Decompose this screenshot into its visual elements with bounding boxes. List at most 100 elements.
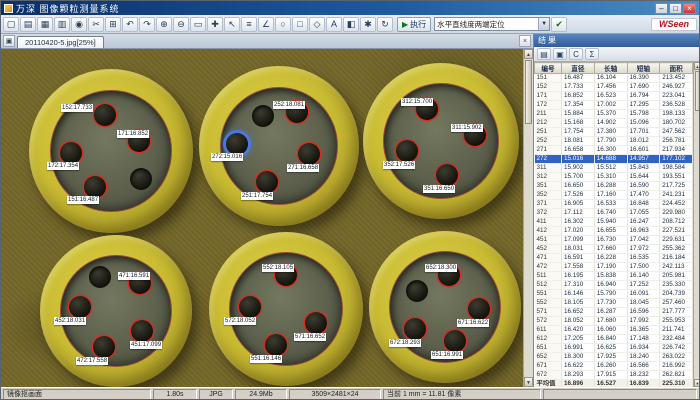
- table-row[interactable]: 47217.55817.19017.500242.113: [535, 263, 693, 272]
- results-vscrollbar[interactable]: ▲ ▼: [693, 62, 700, 387]
- copy-icon[interactable]: ⊞: [105, 17, 121, 32]
- tab-image[interactable]: 20110420-5.jpg[25%]: [17, 36, 104, 48]
- new-file-icon[interactable]: ▢: [3, 17, 19, 32]
- panel-print-icon[interactable]: ▤: [537, 48, 551, 60]
- table-row[interactable]: 25117.75417.38017.701247.562: [535, 128, 693, 137]
- measured-hole[interactable]: [84, 176, 106, 198]
- table-row[interactable]: 21115.88415.37015.798198.133: [535, 110, 693, 119]
- disc[interactable]: 652:18.300671:16.622672:18.293651:16.991: [369, 231, 521, 383]
- table-row[interactable]: 55116.14615.79016.091204.739: [535, 290, 693, 299]
- table-row[interactable]: 67116.62216.26016.566216.992: [535, 362, 693, 371]
- settings-icon[interactable]: ✱: [360, 17, 376, 32]
- table-row[interactable]: 57116.65216.28716.596217.777: [535, 308, 693, 317]
- measured-hole[interactable]: [468, 298, 490, 320]
- column-header[interactable]: 短轴: [627, 63, 660, 74]
- polygon-tool-icon[interactable]: ◇: [309, 17, 325, 32]
- refresh-icon[interactable]: ↻: [377, 17, 393, 32]
- table-row[interactable]: 37116.90516.53316.848224.452: [535, 200, 693, 209]
- measured-hole[interactable]: [226, 133, 248, 155]
- table-row[interactable]: 61217.20516.84017.148232.484: [535, 335, 693, 344]
- table-row[interactable]: 45218.03117.66017.972255.362: [535, 245, 693, 254]
- angle-icon[interactable]: ∠: [258, 17, 274, 32]
- table-row[interactable]: 21215.16814.90215.096180.702: [535, 119, 693, 128]
- scroll-down-icon[interactable]: ▼: [524, 377, 533, 387]
- measured-hole[interactable]: [93, 336, 115, 358]
- table-row[interactable]: 51217.31016.94017.252235.330: [535, 281, 693, 290]
- table-row[interactable]: 37217.11216.74017.055229.980: [535, 209, 693, 218]
- zoom-out-icon[interactable]: ⊖: [173, 17, 189, 32]
- apply-check-icon[interactable]: ✔: [551, 17, 567, 32]
- minimize-button[interactable]: –: [655, 3, 668, 14]
- measured-hole[interactable]: [89, 266, 111, 288]
- print-icon[interactable]: ▥: [54, 17, 70, 32]
- close-button[interactable]: ×: [683, 3, 696, 14]
- image-canvas[interactable]: 152:17.733172:17.354171:16.852151:16.487…: [1, 49, 523, 387]
- measured-hole[interactable]: [131, 320, 153, 342]
- disc[interactable]: 252:18.081272:15.016271:16.658251:17.754: [199, 66, 359, 226]
- table-row[interactable]: 35116.65016.28816.590217.725: [535, 182, 693, 191]
- measured-hole[interactable]: [239, 296, 261, 318]
- pan-icon[interactable]: ✚: [207, 17, 223, 32]
- table-row[interactable]: 31115.90215.51215.843198.584: [535, 164, 693, 173]
- column-header[interactable]: 面积: [660, 63, 693, 74]
- measured-hole[interactable]: [252, 105, 274, 127]
- measured-hole[interactable]: [444, 330, 466, 352]
- disc[interactable]: 471:16.591452:18.031451:17.099472:17.558: [40, 235, 192, 387]
- ruler-icon[interactable]: ≡: [241, 17, 257, 32]
- run-button[interactable]: ▶ 执行: [397, 17, 431, 32]
- undo-icon[interactable]: ↶: [122, 17, 138, 32]
- measured-hole[interactable]: [69, 296, 91, 318]
- measured-hole[interactable]: [305, 312, 327, 334]
- table-row[interactable]: 67218.29317.91518.232262.821: [535, 371, 693, 380]
- results-scroll-up-icon[interactable]: ▲: [694, 62, 700, 70]
- table-row[interactable]: 41217.02016.65516.963227.521: [535, 227, 693, 236]
- table-row[interactable]: 27215.01614.68814.957177.102: [535, 155, 693, 164]
- measured-hole[interactable]: [436, 164, 458, 186]
- summary-row[interactable]: 平均值16.89616.52716.839225.310: [535, 380, 693, 388]
- tab-close-icon[interactable]: ×: [519, 35, 531, 47]
- table-row[interactable]: 27116.65816.30016.601217.934: [535, 146, 693, 155]
- zoom-in-icon[interactable]: ⊕: [156, 17, 172, 32]
- scroll-up-icon[interactable]: ▲: [524, 49, 533, 59]
- measured-hole[interactable]: [256, 171, 278, 193]
- measured-hole[interactable]: [130, 168, 152, 190]
- circle-tool-icon[interactable]: ○: [275, 17, 291, 32]
- table-row[interactable]: 31215.70015.31015.644193.551: [535, 173, 693, 182]
- measured-hole[interactable]: [396, 140, 418, 162]
- table-row[interactable]: 57218.05217.68017.992255.953: [535, 317, 693, 326]
- tabbar-menu-icon[interactable]: ▣: [3, 35, 15, 47]
- table-row[interactable]: 35217.52617.16017.470241.231: [535, 191, 693, 200]
- table-row[interactable]: 51116.19515.83816.140205.981: [535, 272, 693, 281]
- column-header[interactable]: 编号: [535, 63, 562, 74]
- table-row[interactable]: 25218.08117.79018.012256.781: [535, 137, 693, 146]
- table-row[interactable]: 61116.42016.06016.365211.741: [535, 326, 693, 335]
- disc[interactable]: 152:17.733172:17.354171:16.852151:16.487: [29, 69, 193, 233]
- zoom-fit-icon[interactable]: ▭: [190, 17, 206, 32]
- save-icon[interactable]: ▦: [37, 17, 53, 32]
- measured-hole[interactable]: [298, 143, 320, 165]
- select-icon[interactable]: ↖: [224, 17, 240, 32]
- table-row[interactable]: 15217.73317.45617.690246.927: [535, 83, 693, 92]
- maximize-button[interactable]: □: [669, 3, 682, 14]
- measured-hole[interactable]: [406, 280, 428, 302]
- measured-hole[interactable]: [60, 142, 82, 164]
- cut-icon[interactable]: ✂: [88, 17, 104, 32]
- camera-icon[interactable]: ◉: [71, 17, 87, 32]
- measured-hole[interactable]: [404, 318, 426, 340]
- table-row[interactable]: 41116.30215.94016.247208.712: [535, 218, 693, 227]
- mode-dropdown[interactable]: 水平直线度两端定位 ▼: [434, 17, 550, 31]
- column-header[interactable]: 直径: [562, 63, 595, 74]
- measured-hole[interactable]: [265, 334, 287, 356]
- text-tool-icon[interactable]: A: [326, 17, 342, 32]
- table-row[interactable]: 17217.35417.00217.295236.528: [535, 101, 693, 110]
- open-folder-icon[interactable]: ▤: [20, 17, 36, 32]
- results-scroll-down-icon[interactable]: ▼: [694, 379, 700, 387]
- table-row[interactable]: 65218.30017.92518.240263.022: [535, 353, 693, 362]
- table-row[interactable]: 17116.85216.52316.794223.041: [535, 92, 693, 101]
- disc[interactable]: 552:18.105572:18.052571:16.652551:16.146: [209, 232, 363, 386]
- panel-copy-icon[interactable]: ▣: [553, 48, 567, 60]
- panel-clear-icon[interactable]: C: [569, 48, 583, 60]
- panel-sum-icon[interactable]: Σ: [585, 48, 599, 60]
- results-scroll-thumb[interactable]: [695, 71, 700, 111]
- color-icon[interactable]: ◧: [343, 17, 359, 32]
